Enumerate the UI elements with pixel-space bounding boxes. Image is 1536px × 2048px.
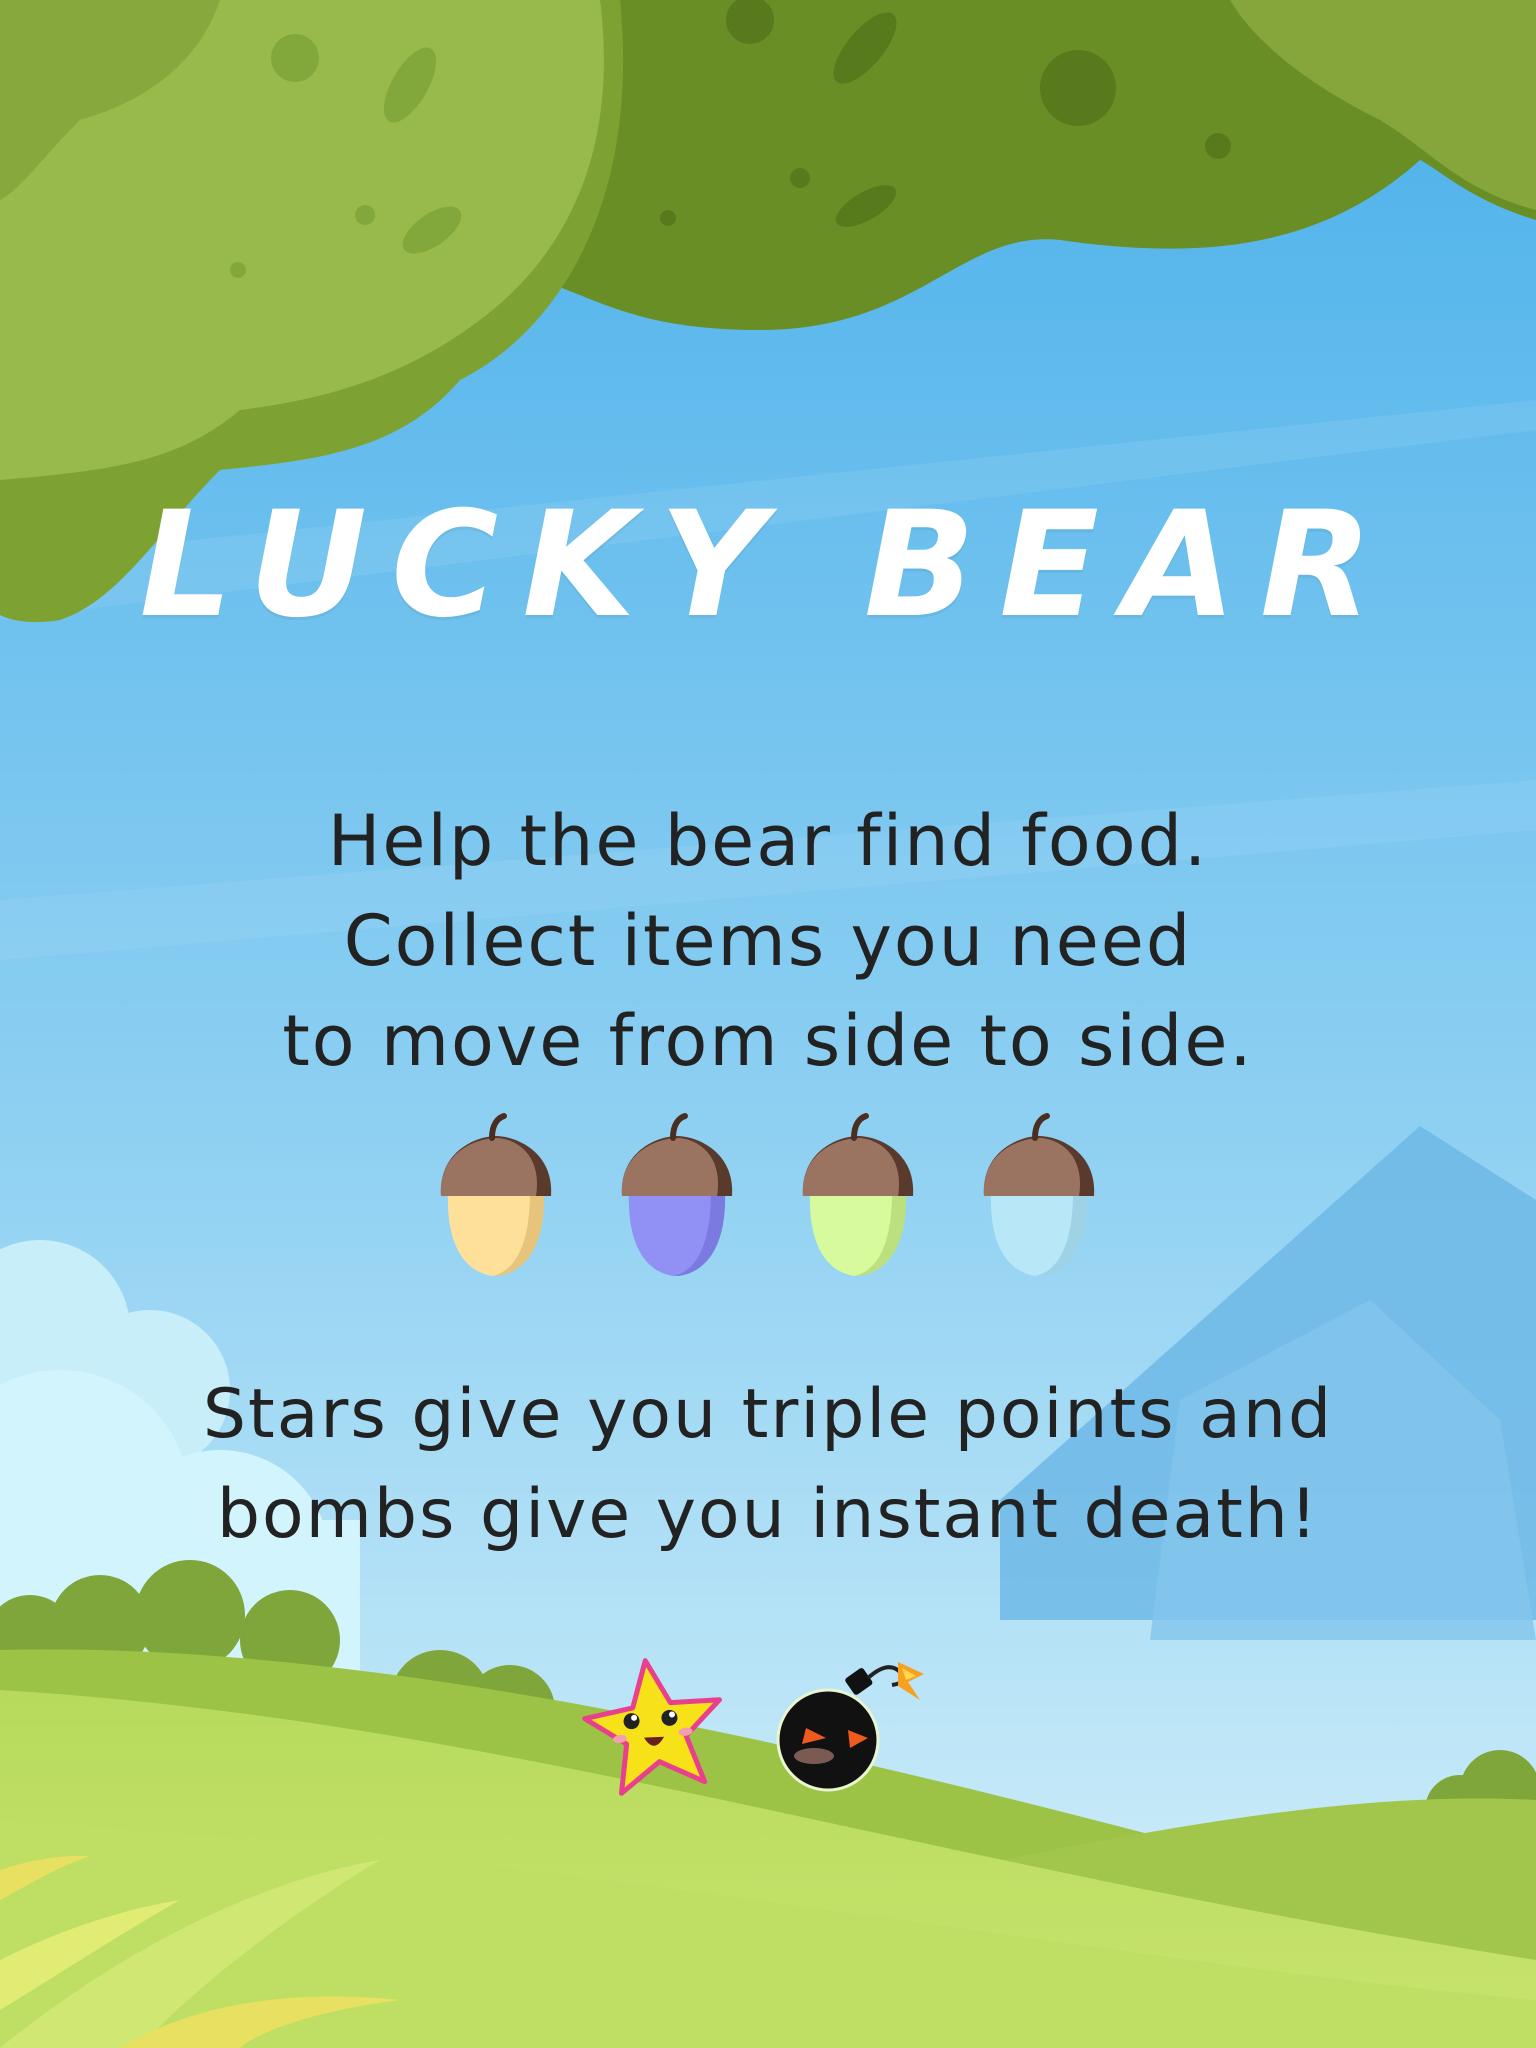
instruction-line-2: Collect items you need [343,900,1193,982]
game-title: LUCKY BEAR [139,480,1397,650]
instruction-line-5: bombs give you instant death! [216,1475,1320,1554]
instruction-line-1: Help the bear find food. [327,800,1209,882]
instruction-line-4: Stars give you triple points and [202,1375,1334,1454]
instruction-line-3: to move from side to side. [282,1000,1254,1082]
